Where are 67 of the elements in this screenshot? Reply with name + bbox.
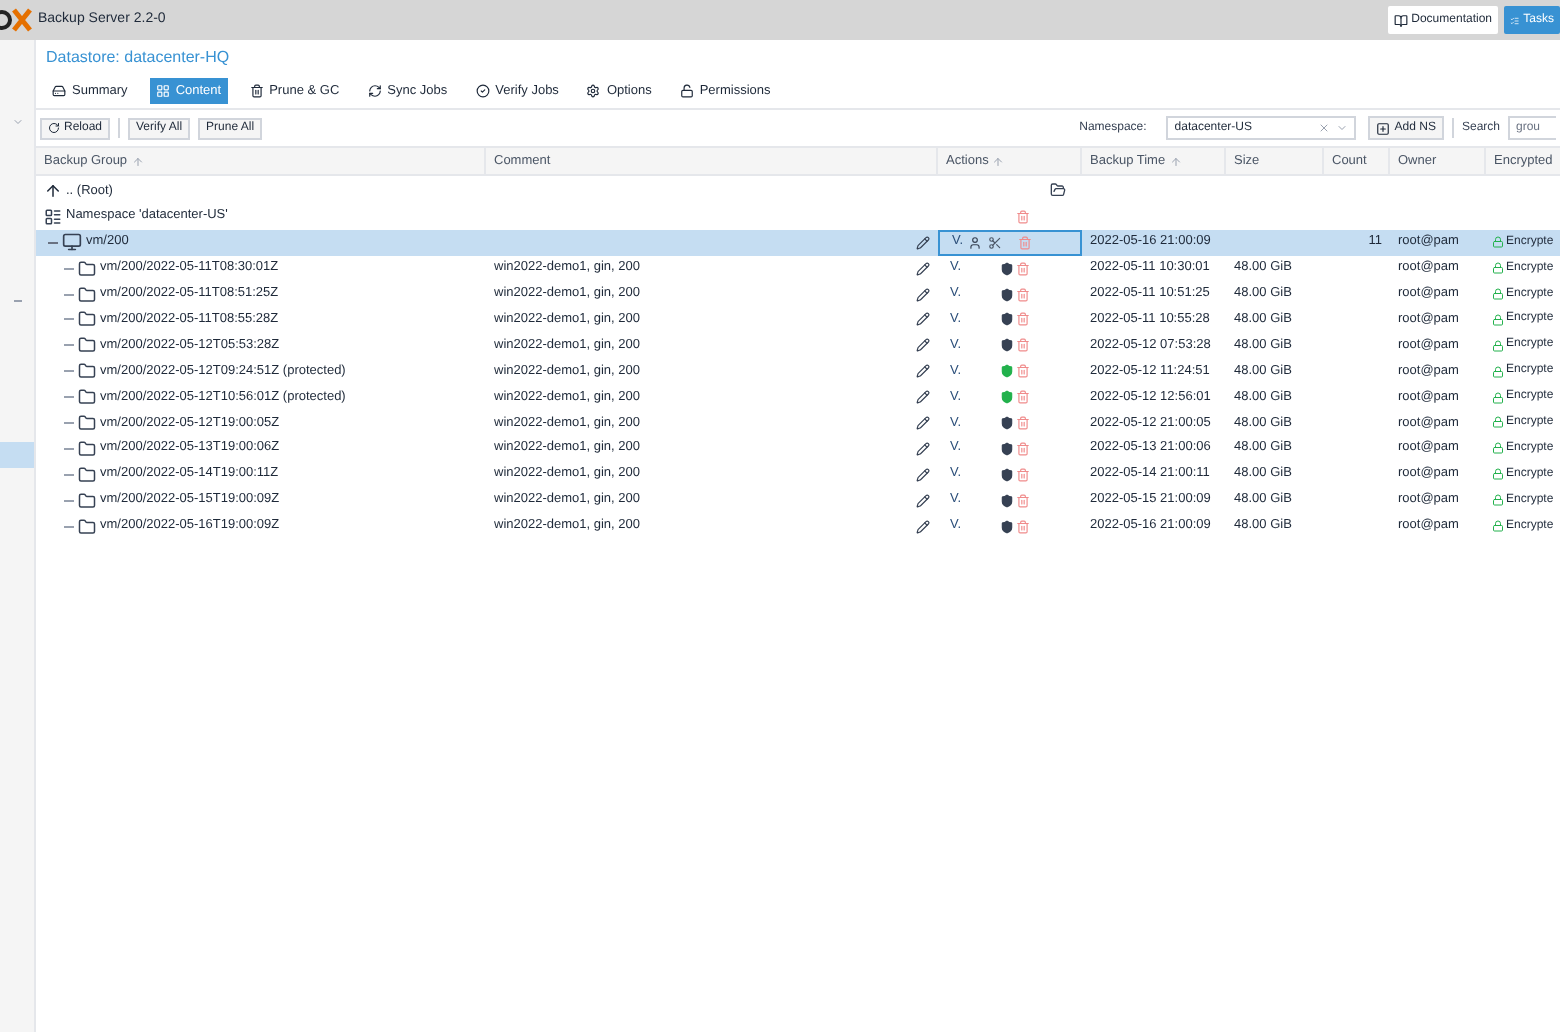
shield-icon[interactable] <box>1000 493 1014 508</box>
shield-icon[interactable] <box>1000 415 1014 430</box>
grid-icon <box>155 84 170 98</box>
monitor-icon <box>62 232 82 253</box>
lock-icon <box>1492 494 1504 507</box>
plus-icon <box>1376 121 1391 135</box>
folder-icon <box>78 259 96 278</box>
list-icon <box>1510 13 1520 27</box>
folder-icon <box>78 336 96 355</box>
folder-icon <box>78 388 96 407</box>
folder-open-icon[interactable] <box>1050 182 1066 199</box>
pencil-icon[interactable] <box>916 287 930 301</box>
shield-icon[interactable] <box>1000 467 1014 482</box>
pencil-icon[interactable] <box>916 235 930 250</box>
pencil-icon[interactable] <box>916 415 930 430</box>
lock-icon <box>1492 416 1504 429</box>
panel-title: Datastore: datacenter-HQ <box>46 45 230 69</box>
lock-icon <box>1492 236 1504 249</box>
shield-icon[interactable] <box>1000 519 1014 534</box>
pencil-icon[interactable] <box>916 312 930 327</box>
pencil-icon[interactable] <box>916 364 930 379</box>
folder-icon <box>78 310 96 329</box>
shield-icon[interactable] <box>1000 287 1014 301</box>
reload-icon <box>48 122 60 134</box>
pencil-icon[interactable] <box>916 338 930 353</box>
sort-arrow-icon <box>1169 155 1182 167</box>
unlock-icon <box>679 84 694 98</box>
pencil-icon[interactable] <box>916 441 930 456</box>
trash-icon <box>249 84 264 98</box>
folder-icon <box>78 517 96 536</box>
sort-arrow-icon <box>992 155 1005 167</box>
book-icon <box>1393 13 1408 27</box>
lock-icon <box>1492 262 1504 275</box>
up-arrow-icon <box>44 181 62 200</box>
logo-icon <box>0 8 32 32</box>
folder-icon <box>78 362 96 381</box>
check-circle-icon <box>475 84 490 98</box>
shield-icon[interactable] <box>1000 312 1014 327</box>
lock-icon <box>1492 468 1504 481</box>
clear-icon[interactable] <box>1318 122 1331 134</box>
folder-icon <box>78 413 96 432</box>
pencil-icon[interactable] <box>916 519 930 534</box>
person-icon[interactable] <box>967 235 982 250</box>
scissors-icon[interactable] <box>987 235 1002 250</box>
pencil-icon[interactable] <box>916 261 930 276</box>
folder-icon <box>78 439 96 458</box>
shield-icon[interactable] <box>1000 441 1014 456</box>
shield-icon[interactable] <box>1000 261 1014 276</box>
lock-icon <box>1492 313 1504 326</box>
sync-icon <box>367 84 382 98</box>
namespace-icon <box>44 207 62 226</box>
folder-icon <box>78 491 96 510</box>
lock-icon <box>1492 339 1504 352</box>
folder-icon <box>78 465 96 484</box>
folder-icon <box>78 285 96 303</box>
lock-icon <box>1492 520 1504 533</box>
pencil-icon[interactable] <box>916 467 930 482</box>
drive-icon <box>52 84 66 98</box>
pencil-icon[interactable] <box>916 390 930 405</box>
lock-icon <box>1492 288 1504 300</box>
sort-arrow-icon <box>131 155 144 167</box>
settings-icon <box>586 84 601 98</box>
pencil-icon[interactable] <box>916 493 930 508</box>
lock-icon <box>1492 391 1504 404</box>
lock-icon <box>1492 365 1504 378</box>
lock-icon <box>1492 442 1504 455</box>
shield-icon[interactable] <box>1000 338 1014 353</box>
